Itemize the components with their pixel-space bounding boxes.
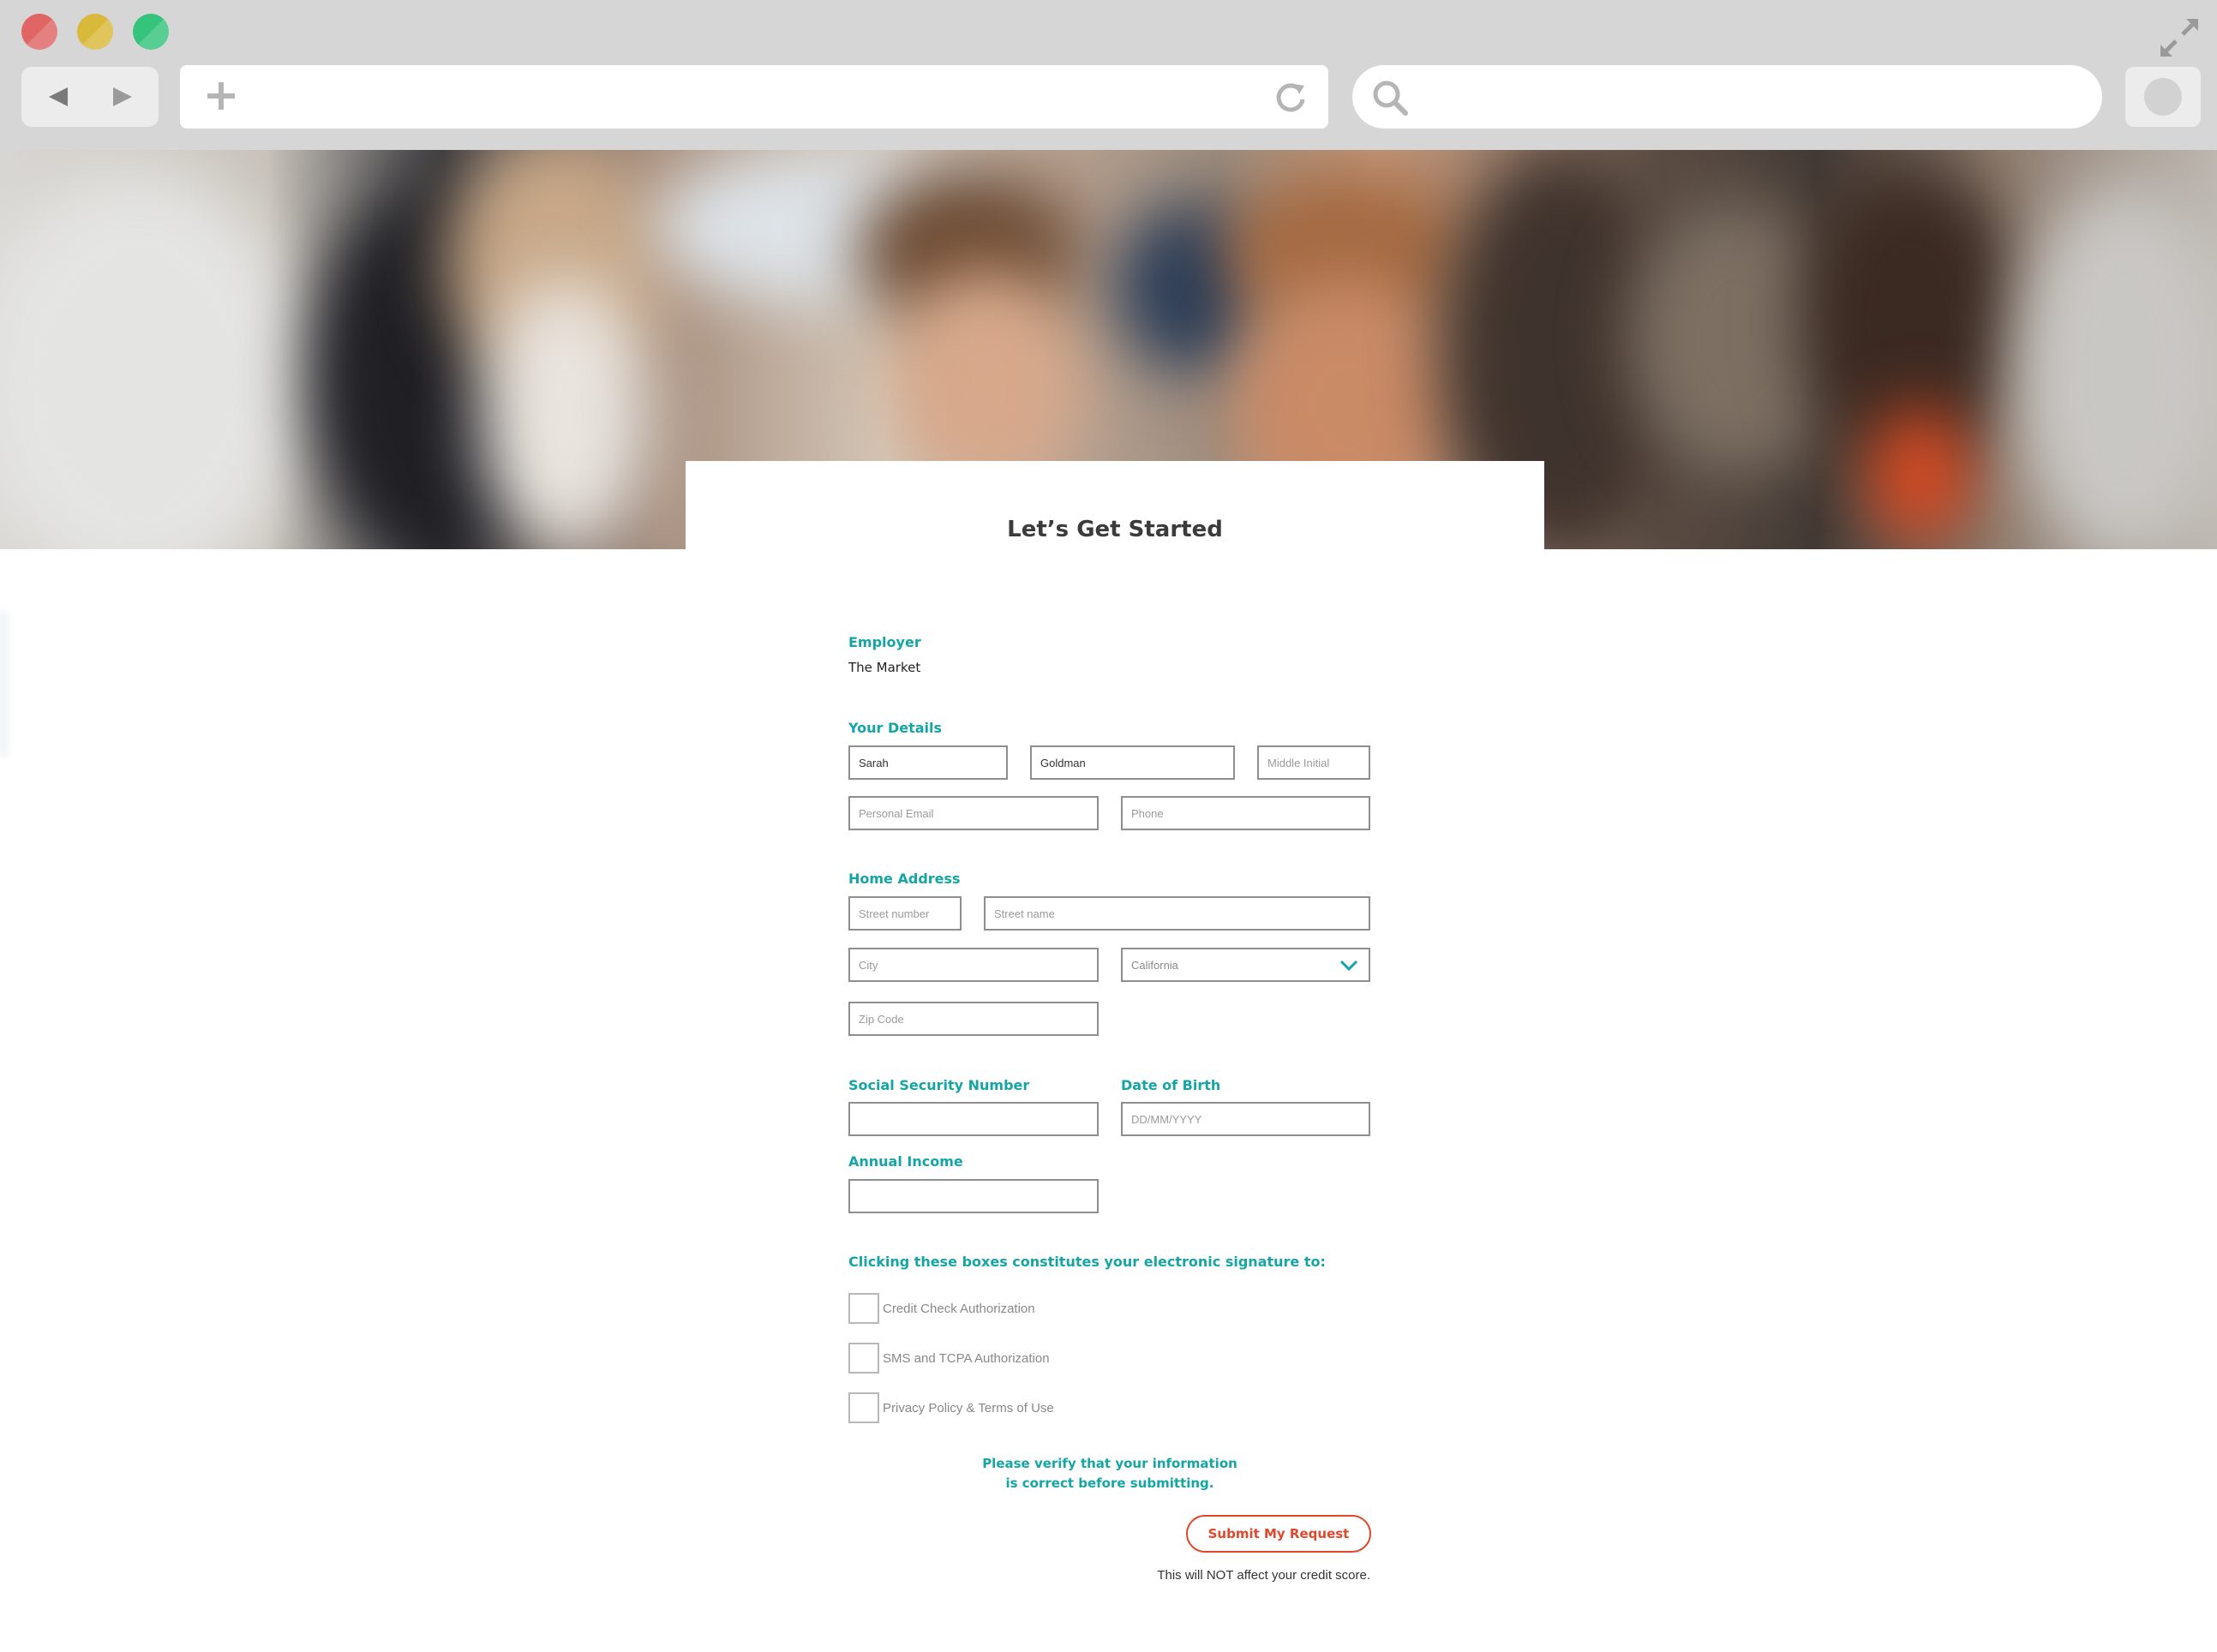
- privacy-terms-checkbox[interactable]: [848, 1392, 879, 1423]
- expand-icon[interactable]: [2157, 15, 2202, 60]
- verify-line-1: Please verify that your information: [982, 1456, 1237, 1471]
- submit-button[interactable]: Submit My Request: [1186, 1515, 1371, 1553]
- signature-label: Clicking these boxes constitutes your el…: [848, 1254, 1326, 1270]
- navigation-buttons: [21, 67, 159, 127]
- home-address-label: Home Address: [848, 871, 961, 887]
- annual-income-label: Annual Income: [848, 1153, 963, 1170]
- zip-code-input[interactable]: [848, 1002, 1099, 1036]
- verify-message: Please verify that your information is c…: [848, 1454, 1371, 1493]
- reload-icon[interactable]: [1272, 79, 1309, 117]
- minimize-window-button[interactable]: [77, 14, 113, 50]
- credit-check-row[interactable]: Credit Check Authorization: [848, 1293, 1035, 1324]
- chevron-down-icon: [1339, 960, 1358, 972]
- state-selected-value: California: [1131, 958, 1178, 972]
- middle-initial-input[interactable]: [1257, 745, 1370, 780]
- first-name-input[interactable]: [848, 745, 1008, 780]
- ssn-label: Social Security Number: [848, 1077, 1030, 1093]
- ssn-input[interactable]: [848, 1102, 1099, 1136]
- dob-input[interactable]: [1121, 1102, 1370, 1136]
- credit-check-checkbox[interactable]: [848, 1293, 879, 1324]
- forward-arrow-icon: [113, 87, 132, 106]
- form-header-card: Let’s Get Started: [686, 461, 1544, 572]
- state-select[interactable]: California: [1121, 948, 1370, 982]
- close-window-button[interactable]: [21, 14, 57, 50]
- employer-value: The Market: [848, 660, 921, 675]
- email-input[interactable]: [848, 796, 1099, 830]
- back-arrow-icon: [49, 87, 68, 106]
- credit-check-label: Credit Check Authorization: [883, 1301, 1035, 1316]
- last-name-input[interactable]: [1030, 745, 1235, 780]
- sms-tcpa-row[interactable]: SMS and TCPA Authorization: [848, 1343, 1050, 1374]
- annual-income-input[interactable]: [848, 1179, 1099, 1213]
- street-name-input[interactable]: [984, 896, 1370, 931]
- browser-toolbar: [0, 0, 2217, 150]
- city-input[interactable]: [848, 948, 1099, 982]
- dob-label: Date of Birth: [1121, 1077, 1221, 1093]
- extension-button[interactable]: [2125, 67, 2201, 127]
- credit-score-note: This will NOT affect your credit score.: [1157, 1568, 1370, 1583]
- search-icon: [1373, 81, 1408, 116]
- profile-icon: [2144, 78, 2182, 116]
- verify-line-2: is correct before submitting.: [1005, 1475, 1214, 1491]
- sms-tcpa-checkbox[interactable]: [848, 1343, 879, 1374]
- privacy-terms-label: Privacy Policy & Terms of Use: [883, 1400, 1054, 1416]
- sms-tcpa-label: SMS and TCPA Authorization: [883, 1350, 1050, 1366]
- plus-icon[interactable]: [204, 79, 238, 113]
- employer-label: Employer: [848, 634, 921, 650]
- privacy-terms-row[interactable]: Privacy Policy & Terms of Use: [848, 1392, 1054, 1423]
- street-number-input[interactable]: [848, 896, 962, 931]
- phone-input[interactable]: [1121, 796, 1370, 830]
- maximize-window-button[interactable]: [133, 14, 169, 50]
- back-button[interactable]: [39, 79, 78, 115]
- search-bar[interactable]: [1352, 65, 2102, 129]
- address-bar[interactable]: [180, 65, 1328, 129]
- page-title: Let’s Get Started: [1007, 517, 1223, 542]
- decorative-edge: [0, 611, 12, 757]
- your-details-label: Your Details: [848, 720, 943, 736]
- forward-button[interactable]: [103, 79, 142, 115]
